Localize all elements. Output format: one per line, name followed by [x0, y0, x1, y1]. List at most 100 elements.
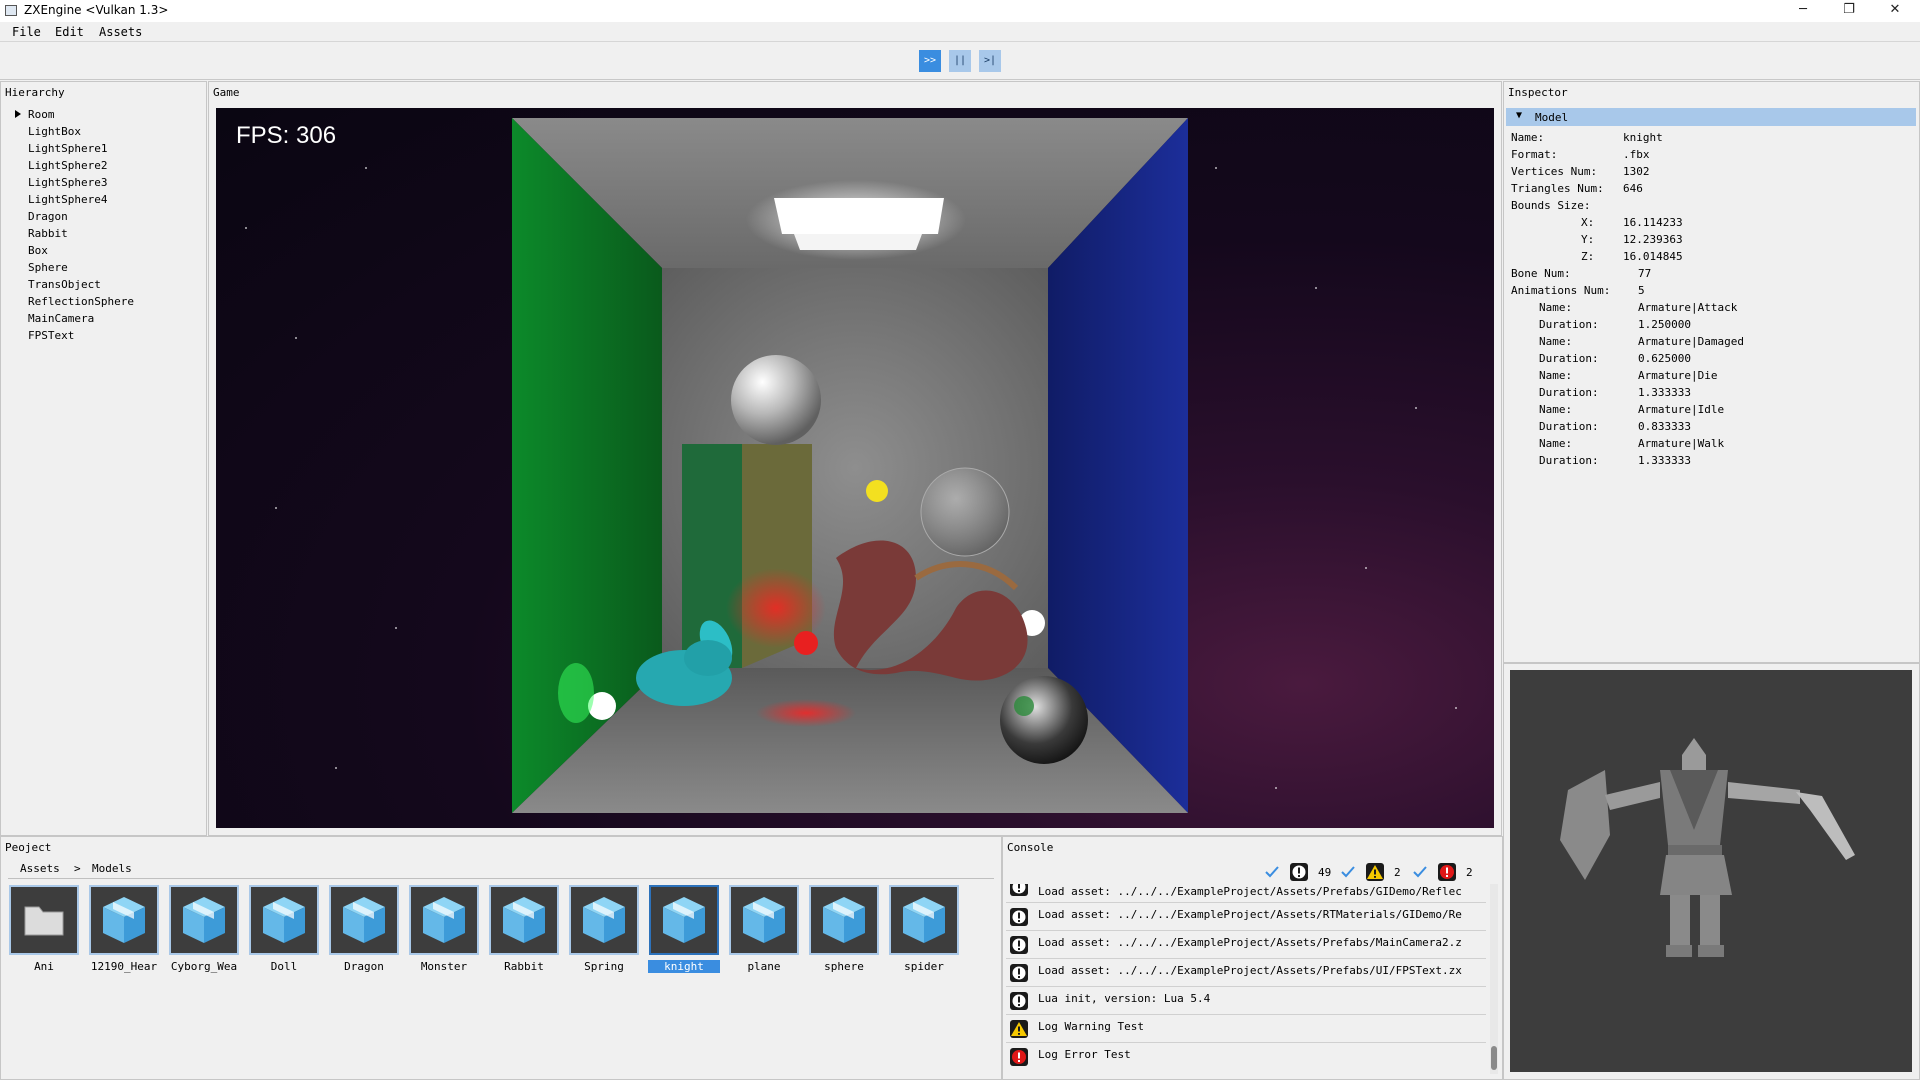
- asset-tile-plane[interactable]: [729, 885, 799, 955]
- log-text: Load asset: ../../../ExampleProject/Asse…: [1038, 885, 1462, 898]
- asset-label: Dragon: [344, 960, 384, 973]
- error-count: 2: [1466, 866, 1473, 879]
- log-text: Load asset: ../../../ExampleProject/Asse…: [1038, 908, 1462, 921]
- bounds-y-label: Y:: [1581, 233, 1595, 246]
- log-text: Load asset: ../../../ExampleProject/Asse…: [1038, 936, 1462, 949]
- asset-label: Doll: [270, 960, 298, 973]
- error-filter-check-icon[interactable]: [1412, 864, 1428, 880]
- hierarchy-item-reflectionsphere[interactable]: ReflectionSphere: [28, 295, 134, 308]
- step-button[interactable]: >|: [979, 50, 1001, 72]
- asset-label: Cyborg_Wea: [170, 960, 238, 973]
- vertices-value: 1302: [1623, 165, 1650, 178]
- asset-tile-spider[interactable]: [889, 885, 959, 955]
- asset-label-selected: knight: [648, 960, 720, 973]
- model-cube-icon: [91, 887, 157, 953]
- triangles-value: 646: [1623, 182, 1643, 195]
- log-row[interactable]: Load asset: ../../../ExampleProject/Asse…: [1006, 902, 1486, 931]
- info-icon: [1290, 863, 1308, 881]
- hierarchy-item-maincamera[interactable]: MainCamera: [28, 312, 94, 325]
- model-cube-icon: [251, 887, 317, 953]
- menu-file[interactable]: File: [12, 25, 41, 39]
- anim-name-label: Name:: [1539, 403, 1573, 416]
- minimize-button[interactable]: ─: [1780, 0, 1826, 22]
- bone-value: 77: [1638, 267, 1652, 280]
- anim-duration-value: 1.333333: [1638, 386, 1691, 399]
- asset-tile-spring[interactable]: [569, 885, 639, 955]
- model-cube-icon: [731, 887, 797, 953]
- warning-filter-check-icon[interactable]: [1340, 864, 1356, 880]
- anim-duration-label: Duration:: [1539, 386, 1599, 399]
- asset-tile-cyborg-wea[interactable]: [169, 885, 239, 955]
- model-section-header[interactable]: ▼ Model: [1506, 108, 1916, 126]
- hierarchy-item-lightsphere2[interactable]: LightSphere2: [28, 159, 107, 172]
- play-button[interactable]: >>: [919, 50, 941, 72]
- asset-label: sphere: [824, 960, 864, 973]
- anim-duration-value: 1.250000: [1638, 318, 1691, 331]
- pause-button[interactable]: ||: [949, 50, 971, 72]
- breadcrumb-separator: >: [74, 862, 81, 875]
- asset-tile-doll[interactable]: [249, 885, 319, 955]
- log-row[interactable]: Load asset: ../../../ExampleProject/Asse…: [1006, 958, 1486, 987]
- hierarchy-item-lightsphere4[interactable]: LightSphere4: [28, 193, 107, 206]
- hierarchy-item-lightsphere3[interactable]: LightSphere3: [28, 176, 107, 189]
- error-icon: [1438, 863, 1456, 881]
- anim-name-label: Name:: [1539, 369, 1573, 382]
- hierarchy-item-room[interactable]: Room: [28, 108, 55, 121]
- asset-tile-monster[interactable]: [409, 885, 479, 955]
- log-row[interactable]: Log Warning Test: [1006, 1014, 1486, 1043]
- model-section-label: Model: [1535, 111, 1569, 124]
- close-button[interactable]: ✕: [1872, 0, 1918, 22]
- hierarchy-item-lightbox[interactable]: LightBox: [28, 125, 81, 138]
- info-icon: [1010, 936, 1028, 954]
- anim-duration-label: Duration:: [1539, 318, 1599, 331]
- asset-tile-knight[interactable]: [649, 885, 719, 955]
- hierarchy-item-box[interactable]: Box: [28, 244, 48, 257]
- info-icon: [1010, 908, 1028, 926]
- maximize-button[interactable]: ❐: [1826, 0, 1872, 22]
- project-title: Peoject: [5, 841, 52, 854]
- asset-tile-ani[interactable]: [9, 885, 79, 955]
- name-label: Name:: [1511, 131, 1545, 144]
- game-viewport[interactable]: FPS: 306: [216, 108, 1494, 828]
- asset-label: Monster: [420, 960, 468, 973]
- model-cube-icon: [651, 887, 717, 953]
- hierarchy-item-lightsphere1[interactable]: LightSphere1: [28, 142, 107, 155]
- hierarchy-item-dragon[interactable]: Dragon: [28, 210, 68, 223]
- asset-tile-sphere[interactable]: [809, 885, 879, 955]
- info-icon: [1010, 964, 1028, 982]
- console-scrollbar-thumb[interactable]: [1491, 1046, 1497, 1070]
- collapse-arrow-icon: ▼: [1516, 110, 1523, 121]
- warning-icon: [1010, 1020, 1028, 1038]
- bounds-x-label: X:: [1581, 216, 1595, 229]
- project-panel: Peoject: [0, 836, 1002, 1080]
- log-row[interactable]: Load asset: ../../../ExampleProject/Asse…: [1006, 930, 1486, 959]
- info-filter-check-icon[interactable]: [1264, 864, 1280, 880]
- anim-name-value: Armature|Walk: [1638, 437, 1725, 450]
- breadcrumb-models[interactable]: Models: [92, 862, 132, 875]
- expand-arrow-icon[interactable]: [15, 110, 21, 118]
- log-row[interactable]: Lua init, version: Lua 5.4: [1006, 986, 1486, 1015]
- menu-edit[interactable]: Edit: [55, 25, 84, 39]
- warning-icon: [1366, 863, 1384, 881]
- anim-name-value: Armature|Idle: [1638, 403, 1725, 416]
- hierarchy-item-rabbit[interactable]: Rabbit: [28, 227, 68, 240]
- asset-tile-12190-hear[interactable]: [89, 885, 159, 955]
- hierarchy-item-sphere[interactable]: Sphere: [28, 261, 68, 274]
- menu-bar: File Edit Assets: [0, 22, 1920, 42]
- hierarchy-item-transobject[interactable]: TransObject: [28, 278, 101, 291]
- log-row[interactable]: Load asset: ../../../ExampleProject/Asse…: [1006, 884, 1486, 903]
- asset-tile-dragon[interactable]: [329, 885, 399, 955]
- asset-label: plane: [747, 960, 781, 973]
- breadcrumb-assets[interactable]: Assets: [20, 862, 60, 875]
- asset-label: Rabbit: [504, 960, 544, 973]
- hierarchy-item-fpstext[interactable]: FPSText: [28, 329, 74, 342]
- menu-assets[interactable]: Assets: [99, 25, 142, 39]
- log-text: Lua init, version: Lua 5.4: [1038, 992, 1211, 1005]
- breadcrumb-divider: [8, 878, 994, 879]
- log-row[interactable]: Log Error Test: [1006, 1042, 1486, 1070]
- model-preview-viewport[interactable]: [1510, 670, 1912, 1072]
- anim-name-label: Name:: [1539, 437, 1573, 450]
- anim-name-value: Armature|Die: [1638, 369, 1718, 382]
- asset-tile-rabbit[interactable]: [489, 885, 559, 955]
- bounds-x-value: 16.114233: [1623, 216, 1683, 229]
